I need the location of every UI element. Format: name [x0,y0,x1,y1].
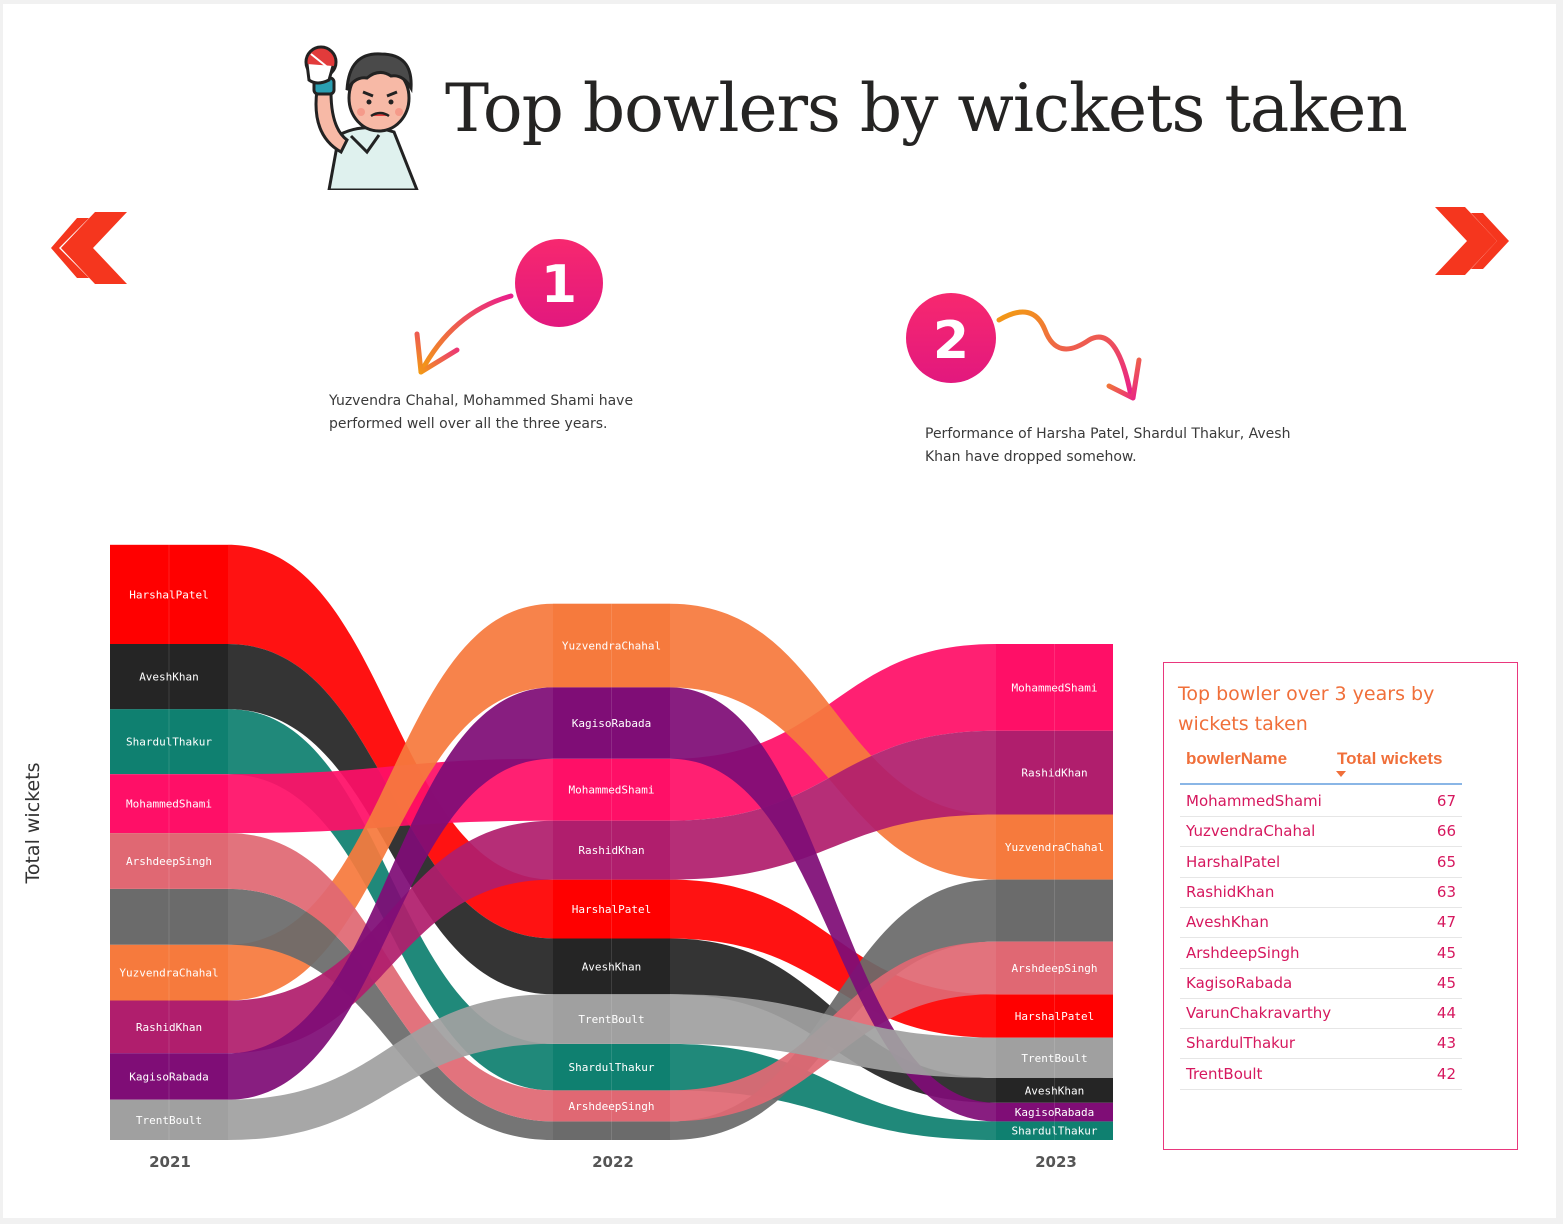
table-row[interactable]: KagisoRabada 45 [1180,969,1462,999]
table-row[interactable]: YuzvendraChahal 66 [1180,817,1462,848]
total-wickets-cell: 47 [1436,913,1456,932]
column-header-bowler-name[interactable]: bowlerName [1186,749,1287,769]
bowler-name-cell: YuzvendraChahal [1186,822,1316,841]
table-row[interactable]: HarshalPatel 65 [1180,848,1462,878]
segment-label-ArshdeepSingh-2023: ArshdeepSingh [1011,962,1097,975]
segment-label-AveshKhan-2023: AveshKhan [1025,1084,1085,1097]
segment-label-ShardulThakur-2021: ShardulThakur [126,736,212,749]
total-wickets-cell: 66 [1436,822,1456,841]
segment-label-TrentBoult-2022: TrentBoult [578,1013,644,1026]
segment-label-KagisoRabada-2021: KagisoRabada [129,1070,208,1083]
bowler-name-cell: AveshKhan [1186,913,1269,932]
bowler-name-cell: TrentBoult [1186,1064,1263,1083]
total-wickets-cell: 65 [1436,852,1456,871]
bowler-name-cell: MohammedShami [1186,792,1322,810]
total-wickets-cell: 63 [1436,882,1456,901]
total-wickets-cell: 67 [1436,792,1456,810]
segment-label-AveshKhan-2022: AveshKhan [582,960,642,973]
sort-descending-icon[interactable] [1336,771,1346,777]
table-title: Top bowler over 3 years by wickets taken [1178,683,1435,735]
segment-label-MohammedShami-2023: MohammedShami [1011,681,1097,694]
segment-label-MohammedShami-2022: MohammedShami [568,784,654,797]
segment-label-YuzvendraChahal-2022: YuzvendraChahal [562,640,661,653]
segment-label-ArshdeepSingh-2022: ArshdeepSingh [568,1100,654,1113]
segment-label-AveshKhan-2021: AveshKhan [139,671,199,684]
segment-label-YuzvendraChahal-2021: YuzvendraChahal [119,967,218,980]
bowler-name-cell: ShardulThakur [1186,1034,1296,1053]
table-row[interactable]: AveshKhan 47 [1180,908,1462,939]
segment-label-TrentBoult-2021: TrentBoult [136,1114,202,1127]
table-row[interactable]: ShardulThakur 43 [1180,1029,1462,1060]
segment-label-RashidKhan-2022: RashidKhan [578,844,644,857]
segment-label-RashidKhan-2021: RashidKhan [136,1021,202,1034]
header-divider [1180,783,1462,785]
table-row[interactable]: VarunChakravarthy 44 [1180,999,1462,1030]
page: Top bowlers by wickets taken 1 Yuzvendra… [3,4,1556,1218]
total-wickets-cell: 42 [1436,1064,1456,1083]
bowler-name-cell: RashidKhan [1186,882,1275,901]
segment-label-ArshdeepSingh-2021: ArshdeepSingh [126,855,212,868]
x-axis-label-2023: 2023 [1035,1153,1077,1171]
table-row[interactable]: RashidKhan 63 [1180,878,1462,908]
segment-label-ShardulThakur-2022: ShardulThakur [568,1061,654,1074]
segment-label-YuzvendraChahal-2023: YuzvendraChahal [1005,841,1104,854]
total-wickets-cell: 43 [1436,1034,1456,1053]
segment-label-MohammedShami-2021: MohammedShami [126,798,212,811]
table-row[interactable]: ArshdeepSingh 45 [1180,939,1462,969]
bowler-name-cell: ArshdeepSingh [1186,943,1300,962]
segment-label-HarshalPatel-2021: HarshalPatel [129,588,208,601]
column-header-total-wickets[interactable]: Total wickets [1337,749,1443,769]
segment-label-TrentBoult-2023: TrentBoult [1021,1052,1087,1065]
y-axis-label: Total wickets [22,762,44,884]
total-wickets-cell: 44 [1436,1004,1456,1023]
segment-label-KagisoRabada-2022: KagisoRabada [572,717,651,730]
segment-label-RashidKhan-2023: RashidKhan [1021,767,1087,780]
x-axis-label-2022: 2022 [592,1153,634,1171]
bowler-name-cell: KagisoRabada [1186,973,1293,992]
bowler-name-cell: HarshalPatel [1186,852,1281,871]
segment-label-HarshalPatel-2023: HarshalPatel [1015,1010,1094,1023]
segment-label-HarshalPatel-2022: HarshalPatel [572,903,651,916]
segment-label-KagisoRabada-2023: KagisoRabada [1015,1106,1094,1119]
x-axis-label-2021: 2021 [149,1153,191,1171]
table-row[interactable]: MohammedShami 67 [1180,787,1462,817]
table-row[interactable]: TrentBoult 42 [1180,1060,1462,1090]
total-wickets-cell: 45 [1436,973,1456,992]
top-bowler-table: Top bowler over 3 years by wickets taken… [1163,662,1518,1150]
total-wickets-cell: 45 [1436,943,1456,962]
bowler-name-cell: VarunChakravarthy [1186,1004,1332,1023]
segment-label-ShardulThakur-2023: ShardulThakur [1011,1125,1097,1138]
